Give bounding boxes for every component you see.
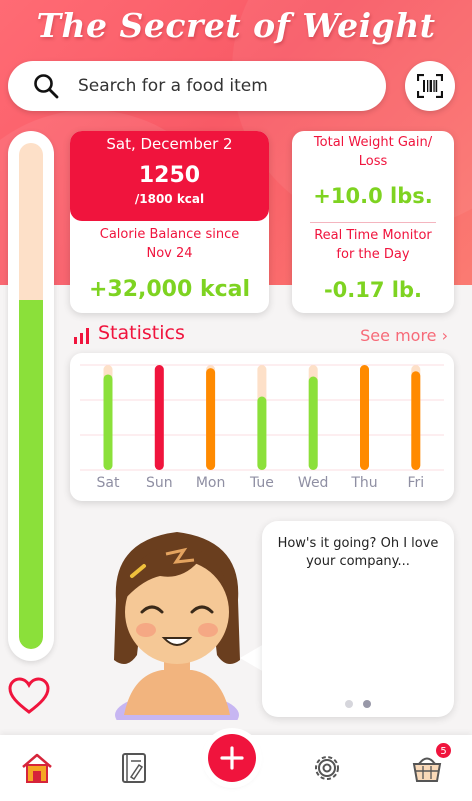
current-date: Sat, December 2 [106, 135, 233, 153]
calorie-goal: /1800 kcal [134, 192, 205, 206]
speech-bubble-tail [240, 644, 264, 672]
settings-icon[interactable] [310, 751, 344, 785]
assistant-message: How's it going? Oh I love your company..… [277, 536, 439, 569]
plus-icon [220, 746, 244, 770]
bar-sat[interactable] [103, 374, 113, 470]
search-bar[interactable] [8, 61, 386, 111]
statistics-card[interactable]: Sat Sun Mon Tue Wed Thu Fri [70, 353, 454, 501]
weight-change-label: Total Weight Gain/ Loss [313, 135, 433, 169]
speech-bubble: How's it going? Oh I love your company..… [262, 521, 454, 717]
search-icon [34, 74, 59, 99]
bar-sun[interactable] [154, 365, 164, 470]
monitor-label: Real Time Monitor for the Day [314, 228, 432, 262]
weight-change-value: +10.0 lbs. [313, 184, 433, 208]
statistics-chart: Sat Sun Mon Tue Wed Thu Fri [80, 364, 444, 491]
weight-summary-card[interactable]: Total Weight Gain/ Loss +10.0 lbs. Real … [292, 131, 454, 313]
bar-mon[interactable] [206, 368, 216, 470]
calories-consumed: 1250 [138, 163, 201, 188]
day-label-sat: Sat [97, 475, 120, 491]
bar-tue[interactable] [257, 396, 267, 471]
barcode-scan-icon [417, 74, 443, 98]
notification-badge: 5 [435, 742, 452, 759]
statistics-title: Statistics [98, 322, 185, 344]
home-icon[interactable] [20, 751, 54, 785]
heart-icon[interactable] [7, 676, 51, 716]
calorie-summary-card[interactable]: Sat, December 2 1250 /1800 kcal Calorie … [70, 131, 269, 313]
avatar [114, 532, 240, 720]
search-input[interactable] [78, 76, 368, 96]
day-label-tue: Tue [249, 475, 274, 491]
bar-thu[interactable] [360, 365, 369, 470]
calorie-gauge-track [19, 143, 43, 649]
app-title: The Secret of Weight [36, 6, 436, 45]
balance-label: Calorie Balance since Nov 24 [99, 227, 240, 261]
card-divider [310, 222, 436, 223]
statistics-header: Statistics See more › [72, 322, 452, 348]
barcode-scan-button[interactable] [405, 61, 455, 111]
page-dot-1[interactable] [345, 700, 353, 708]
calorie-gauge-fill [19, 299, 43, 649]
page-dot-2[interactable] [363, 700, 371, 708]
day-label-sun: Sun [146, 475, 173, 491]
bar-wed[interactable] [308, 376, 318, 470]
bar-fri[interactable] [411, 371, 421, 470]
balance-value: +32,000 kcal [88, 277, 251, 302]
day-label-thu: Thu [350, 475, 377, 491]
calorie-gauge [8, 131, 54, 661]
day-label-mon: Mon [196, 475, 226, 491]
daily-calories-box[interactable]: Sat, December 2 1250 /1800 kcal [70, 131, 269, 221]
bar-chart-icon [74, 328, 89, 344]
see-more-link[interactable]: See more › [360, 326, 448, 345]
day-label-wed: Wed [298, 475, 329, 491]
monitor-value: -0.17 lb. [323, 278, 423, 302]
see-more-label: See more [360, 326, 437, 345]
add-button[interactable] [208, 734, 256, 782]
journal-icon[interactable] [117, 751, 151, 785]
day-label-fri: Fri [407, 475, 424, 491]
